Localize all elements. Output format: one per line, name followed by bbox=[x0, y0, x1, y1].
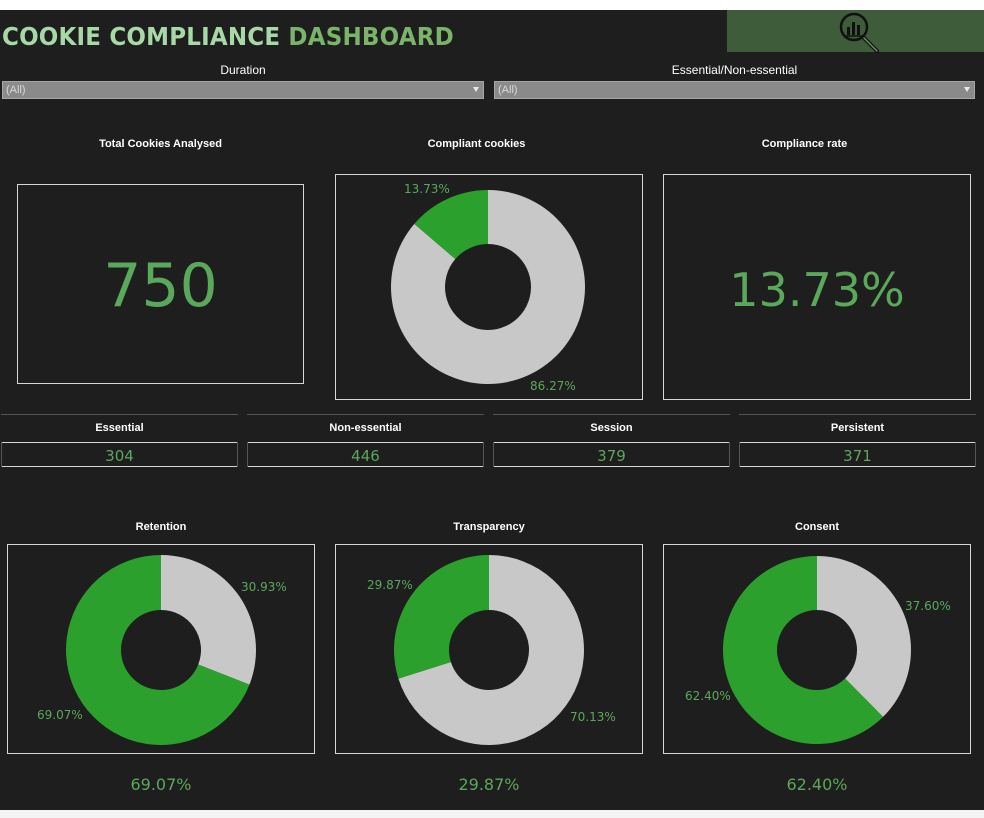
dashboard-title: COOKIE COMPLIANCE DASHBOARD bbox=[2, 22, 454, 51]
title-part-1: COOKIE COMPLIANCE bbox=[2, 22, 289, 51]
total-cookies-value: 750 bbox=[103, 251, 218, 321]
stat-persistent: Persistent 371 bbox=[739, 414, 976, 468]
slice-label: 37.60% bbox=[905, 599, 951, 613]
essential-filter-value: (All) bbox=[498, 84, 518, 96]
slice-label: 70.13% bbox=[570, 710, 616, 724]
transparency-summary: 29.87% bbox=[458, 775, 520, 794]
retention-donut: 30.93% 69.07% bbox=[37, 555, 287, 745]
stat-value: 379 bbox=[597, 447, 626, 465]
donut-slice bbox=[394, 555, 489, 679]
consent-summary: 62.40% bbox=[786, 775, 848, 794]
duration-filter-value: (All) bbox=[6, 84, 26, 96]
consent-panel: 37.60% 62.40% bbox=[663, 544, 971, 754]
stat-value: 304 bbox=[105, 447, 134, 465]
compliant-cookies-panel: 13.73% 86.27% bbox=[335, 174, 643, 400]
duration-filter-label: Duration bbox=[220, 63, 266, 77]
divider bbox=[1, 414, 238, 415]
stat-essential: Essential 304 bbox=[1, 414, 238, 468]
compliance-rate-panel: 13.73% bbox=[663, 174, 971, 400]
compliance-rate-title: Compliance rate bbox=[761, 138, 848, 150]
bottom-toolbar-strip bbox=[0, 810, 984, 818]
stat-label: Essential bbox=[95, 422, 144, 434]
transparency-panel: 70.13% 29.87% bbox=[335, 544, 643, 754]
divider bbox=[1, 466, 238, 467]
divider bbox=[1, 442, 238, 443]
retention-summary: 69.07% bbox=[130, 775, 192, 794]
divider bbox=[493, 442, 730, 443]
divider bbox=[247, 466, 484, 467]
stat-value: 446 bbox=[351, 447, 380, 465]
stat-non-essential: Non-essential 446 bbox=[247, 414, 484, 468]
divider bbox=[739, 466, 976, 467]
essential-filter-label: Essential/Non-essential bbox=[671, 63, 798, 77]
slice-label: 69.07% bbox=[37, 708, 83, 722]
slice-label: 29.87% bbox=[367, 578, 413, 592]
consent-donut: 37.60% 62.40% bbox=[685, 556, 951, 744]
slice-label: 62.40% bbox=[685, 689, 731, 703]
stat-session: Session 379 bbox=[493, 414, 730, 468]
essential-filter-select[interactable]: (All) bbox=[494, 81, 975, 99]
logo-banner bbox=[727, 10, 984, 53]
divider bbox=[247, 414, 484, 415]
divider bbox=[493, 466, 730, 467]
magnifier-chart-icon bbox=[839, 12, 879, 53]
retention-title: Retention bbox=[135, 521, 187, 533]
chevron-down-icon bbox=[473, 87, 479, 92]
slice-label: 13.73% bbox=[404, 182, 450, 196]
donut-slice bbox=[161, 555, 256, 685]
divider bbox=[739, 414, 976, 415]
retention-panel: 30.93% 69.07% bbox=[7, 544, 315, 754]
stat-label: Non-essential bbox=[329, 422, 402, 434]
stat-label: Persistent bbox=[830, 422, 885, 434]
transparency-title: Transparency bbox=[453, 521, 525, 533]
divider bbox=[493, 414, 730, 415]
consent-title: Consent bbox=[795, 521, 839, 533]
total-cookies-panel: 750 bbox=[17, 184, 304, 384]
divider bbox=[247, 442, 484, 443]
compliance-rate-value: 13.73% bbox=[729, 263, 905, 317]
total-cookies-title: Total Cookies Analysed bbox=[99, 138, 222, 150]
dashboard: COOKIE COMPLIANCE DASHBOARD Duration (Al… bbox=[0, 10, 984, 810]
divider bbox=[739, 442, 976, 443]
compliant-cookies-donut: 13.73% 86.27% bbox=[391, 182, 585, 393]
compliant-cookies-title: Compliant cookies bbox=[427, 138, 526, 150]
slice-label: 30.93% bbox=[241, 580, 287, 594]
stat-value: 371 bbox=[843, 447, 872, 465]
transparency-donut: 70.13% 29.87% bbox=[367, 555, 616, 745]
duration-filter-select[interactable]: (All) bbox=[2, 81, 484, 99]
slice-label: 86.27% bbox=[530, 379, 576, 393]
title-part-2: DASHBOARD bbox=[288, 22, 454, 51]
chevron-down-icon bbox=[964, 87, 970, 92]
stat-label: Session bbox=[590, 422, 633, 434]
